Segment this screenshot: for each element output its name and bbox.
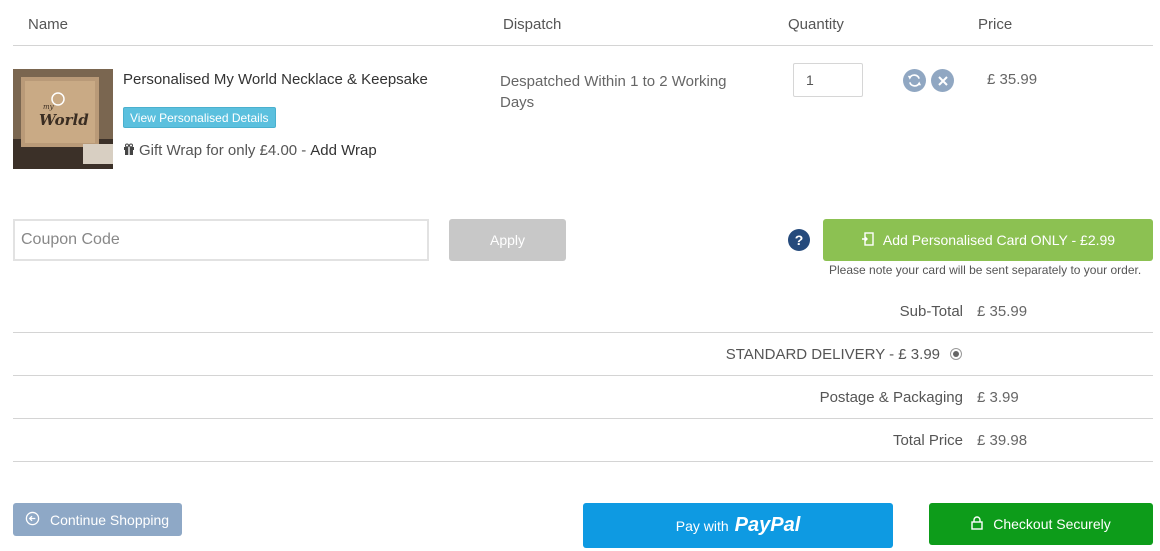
product-name[interactable]: Personalised My World Necklace & Keepsak… [123, 71, 428, 88]
add-personalised-card-button[interactable]: Add Personalised Card ONLY - £2.99 [823, 219, 1153, 261]
postage-value: £ 3.99 [977, 389, 1019, 406]
dispatch-text: Despatched Within 1 to 2 Working Days [500, 73, 727, 111]
continue-shopping-button[interactable]: Continue Shopping [13, 503, 182, 536]
gift-wrap-line: Gift Wrap for only £4.00 - Add Wrap [123, 142, 377, 159]
product-price: £ 35.99 [987, 71, 1038, 88]
help-icon[interactable]: ? [788, 229, 810, 251]
checkout-securely-button[interactable]: Checkout Securely [929, 503, 1153, 545]
totals-divider [13, 332, 1153, 333]
totals-divider [13, 375, 1153, 376]
total-price-label: Total Price [892, 432, 963, 449]
remove-icon[interactable] [931, 69, 954, 92]
paypal-logo: PayPal [734, 514, 801, 536]
view-personalised-details-button[interactable]: View Personalised Details [123, 107, 276, 128]
thumbnail-text: World [39, 111, 89, 129]
card-icon [861, 231, 875, 249]
apply-coupon-button[interactable]: Apply [449, 219, 566, 261]
add-wrap-link[interactable]: Add Wrap [310, 142, 376, 159]
card-note: Please note your card will be sent separ… [829, 263, 1142, 277]
thumbnail-text-small: my [43, 103, 55, 111]
arrow-left-circle-icon [25, 511, 40, 529]
coupon-code-input[interactable] [13, 219, 429, 261]
refresh-icon[interactable] [903, 69, 926, 92]
totals-divider [13, 461, 1153, 462]
col-header-dispatch: Dispatch [503, 16, 562, 33]
subtotal-label: Sub-Total [899, 303, 963, 320]
add-personalised-card-label: Add Personalised Card ONLY - £2.99 [882, 232, 1116, 248]
continue-shopping-label: Continue Shopping [50, 511, 170, 528]
lock-icon [971, 515, 983, 533]
paypal-prefix: Pay with [675, 517, 729, 534]
col-header-name: Name [28, 16, 69, 33]
gift-icon [123, 142, 135, 159]
quantity-input[interactable] [793, 63, 863, 97]
col-header-price: Price [978, 16, 1013, 33]
gift-wrap-text: Gift Wrap for only £4.00 - [139, 142, 307, 159]
total-price-value: £ 39.98 [977, 432, 1028, 449]
pay-with-paypal-button[interactable]: Pay with PayPal [583, 503, 893, 548]
header-divider [13, 45, 1153, 46]
delivery-radio[interactable] [950, 348, 962, 360]
subtotal-value: £ 35.99 [977, 303, 1028, 320]
checkout-securely-label: Checkout Securely [993, 516, 1111, 532]
delivery-option-label[interactable]: STANDARD DELIVERY - £ 3.99 [540, 346, 940, 363]
postage-label: Postage & Packaging [819, 389, 963, 406]
col-header-quantity: Quantity [788, 16, 844, 33]
product-thumbnail[interactable]: my World [13, 69, 113, 169]
totals-divider [13, 418, 1153, 419]
